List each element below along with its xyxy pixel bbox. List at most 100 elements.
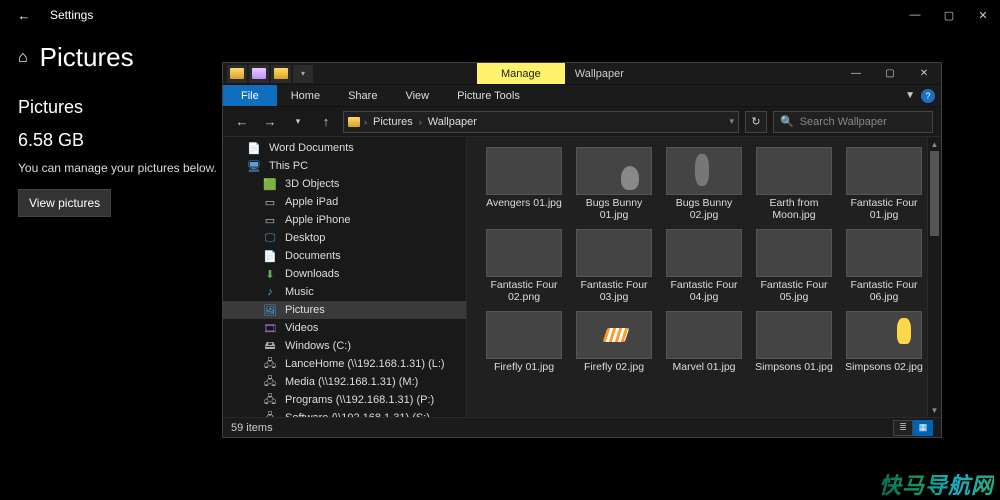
tree-item[interactable]: 🖧Programs (\\192.168.1.31) (P:)	[223, 391, 466, 409]
scroll-thumb[interactable]	[930, 151, 939, 236]
contextual-tab-manage[interactable]: Manage	[477, 63, 565, 84]
tree-item[interactable]: 🖴Windows (C:)	[223, 337, 466, 355]
tree-item[interactable]: 📄Word Documents	[223, 139, 466, 157]
quick-dropdown-icon[interactable]: ▾	[293, 65, 313, 83]
breadcrumb-1[interactable]: Wallpaper	[426, 116, 479, 128]
tree-item-label: LanceHome (\\192.168.1.31) (L:)	[285, 358, 445, 370]
tree-item[interactable]: 🎞Videos	[223, 319, 466, 337]
ribbon-tab-view[interactable]: View	[391, 85, 443, 106]
tree-item-label: Apple iPhone	[285, 214, 350, 226]
quick-folder-icon[interactable]	[271, 65, 291, 83]
thumbnail-image	[666, 311, 742, 359]
content-pane[interactable]: Avengers 01.jpgBugs Bunny 01.jpgBugs Bun…	[467, 137, 941, 417]
ribbon-tab-file[interactable]: File	[223, 85, 277, 106]
view-thumbnails-button[interactable]: ▦	[913, 420, 933, 436]
explorer-window-title: Wallpaper	[565, 63, 624, 84]
nav-back-button[interactable]: ←	[231, 111, 253, 133]
watermark-text: 快马导航网	[879, 468, 994, 500]
desk-icon: 🖵	[263, 232, 277, 245]
quick-properties-icon[interactable]	[249, 65, 269, 83]
view-pictures-button[interactable]: View pictures	[18, 189, 111, 217]
content-scrollbar[interactable]: ▲ ▼	[927, 137, 941, 417]
ribbon-tab-home[interactable]: Home	[277, 85, 334, 106]
file-name-label: Firefly 02.jpg	[584, 361, 644, 373]
tree-item-label: Documents	[285, 250, 341, 262]
file-thumbnail[interactable]: Fantastic Four 04.jpg	[661, 229, 747, 303]
breadcrumb-sep-icon: ›	[419, 117, 422, 127]
tree-item[interactable]: ▭Apple iPhone	[223, 211, 466, 229]
tree-item[interactable]: 🖵 Desktop	[223, 229, 466, 247]
file-thumbnail[interactable]: Simpsons 02.jpg	[841, 311, 927, 373]
tree-item[interactable]: 🖧LanceHome (\\192.168.1.31) (L:)	[223, 355, 466, 373]
tree-item[interactable]: ♪Music	[223, 283, 466, 301]
breadcrumb-0[interactable]: Pictures	[371, 116, 415, 128]
thumbnail-image	[756, 229, 832, 277]
file-thumbnail[interactable]: Fantastic Four 05.jpg	[751, 229, 837, 303]
nav-forward-button[interactable]: →	[259, 111, 281, 133]
file-thumbnail[interactable]: Bugs Bunny 01.jpg	[571, 147, 657, 221]
tree-item[interactable]: 🖼Pictures	[223, 301, 466, 319]
quick-access-icon[interactable]	[227, 65, 247, 83]
status-item-count: 59 items	[231, 422, 273, 434]
ribbon-tabs: File Home Share View Picture Tools ▼ ?	[223, 85, 941, 107]
tree-item[interactable]: 🖧Software (\\192.168.1.31) (S:)	[223, 409, 466, 417]
thumbnail-image	[486, 147, 562, 195]
file-thumbnail[interactable]: Fantastic Four 02.png	[481, 229, 567, 303]
file-name-label: Bugs Bunny 01.jpg	[572, 197, 656, 221]
tree-item[interactable]: 🖧Media (\\192.168.1.31) (M:)	[223, 373, 466, 391]
file-thumbnail[interactable]: Fantastic Four 01.jpg	[841, 147, 927, 221]
address-dropdown-icon[interactable]: ▾	[729, 116, 734, 127]
search-input[interactable]: 🔍 Search Wallpaper	[773, 111, 933, 133]
ribbon-collapse-icon[interactable]: ▼	[905, 90, 915, 101]
ribbon-tab-picture-tools[interactable]: Picture Tools	[443, 85, 534, 106]
settings-minimize-button[interactable]: ―	[898, 0, 932, 30]
scroll-up-icon[interactable]: ▲	[928, 137, 941, 151]
doc-icon: 📄	[263, 250, 277, 263]
thumbnail-image	[576, 147, 652, 195]
help-icon[interactable]: ?	[921, 89, 935, 103]
music-icon: ♪	[263, 286, 277, 298]
file-name-label: Fantastic Four 03.jpg	[572, 279, 656, 303]
file-thumbnail[interactable]: Marvel 01.jpg	[661, 311, 747, 373]
tree-item[interactable]: 🟩3D Objects	[223, 175, 466, 193]
tree-item[interactable]: ⬇Downloads	[223, 265, 466, 283]
view-details-button[interactable]: ≣	[893, 420, 913, 436]
navigation-tree[interactable]: 📄Word Documents🖥This PC🟩3D Objects▭Apple…	[223, 137, 467, 417]
nav-recent-dropdown[interactable]: ▾	[287, 111, 309, 133]
file-thumbnail[interactable]: Firefly 02.jpg	[571, 311, 657, 373]
file-thumbnail[interactable]: Bugs Bunny 02.jpg	[661, 147, 747, 221]
file-thumbnail[interactable]: Earth from Moon.jpg	[751, 147, 837, 221]
home-icon[interactable]: ⌂	[18, 49, 28, 67]
explorer-maximize-button[interactable]: ▢	[873, 63, 907, 84]
tree-item-label: Videos	[285, 322, 318, 334]
tree-item[interactable]: ▭Apple iPad	[223, 193, 466, 211]
refresh-button[interactable]: ↻	[745, 111, 767, 133]
file-thumbnail[interactable]: Firefly 01.jpg	[481, 311, 567, 373]
file-name-label: Fantastic Four 06.jpg	[842, 279, 926, 303]
nav-up-button[interactable]: ↑	[315, 111, 337, 133]
file-thumbnail[interactable]: Fantastic Four 06.jpg	[841, 229, 927, 303]
file-name-label: Fantastic Four 02.png	[482, 279, 566, 303]
tree-item-label: Word Documents	[269, 142, 354, 154]
net-icon: 🖧	[263, 373, 277, 392]
tree-item[interactable]: 🖥This PC	[223, 157, 466, 175]
tree-item-label: Desktop	[285, 232, 325, 244]
explorer-close-button[interactable]: ✕	[907, 63, 941, 84]
breadcrumb-sep-icon: ›	[364, 117, 367, 127]
tree-item-label: Windows (C:)	[285, 340, 351, 352]
address-folder-icon	[348, 117, 360, 127]
settings-maximize-button[interactable]: ▢	[932, 0, 966, 30]
tree-item[interactable]: 📄 Documents	[223, 247, 466, 265]
scroll-down-icon[interactable]: ▼	[928, 403, 941, 417]
status-bar: 59 items ≣ ▦	[223, 417, 941, 437]
ribbon-tab-share[interactable]: Share	[334, 85, 391, 106]
file-thumbnail[interactable]: Simpsons 01.jpg	[751, 311, 837, 373]
file-thumbnail[interactable]: Fantastic Four 03.jpg	[571, 229, 657, 303]
address-bar[interactable]: › Pictures › Wallpaper ▾	[343, 111, 739, 133]
settings-back-button[interactable]: ←	[8, 0, 40, 30]
settings-section-title: Pictures	[40, 42, 134, 73]
thumbnail-image	[576, 229, 652, 277]
explorer-minimize-button[interactable]: ―	[839, 63, 873, 84]
settings-close-button[interactable]: ✕	[966, 0, 1000, 30]
file-thumbnail[interactable]: Avengers 01.jpg	[481, 147, 567, 221]
